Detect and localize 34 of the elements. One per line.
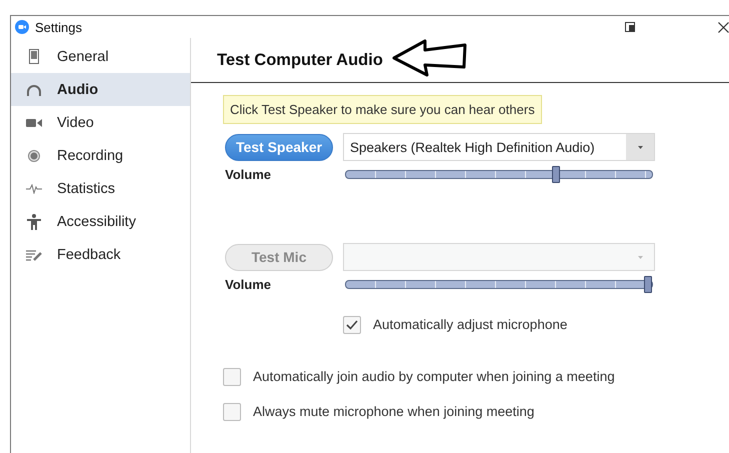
- pulse-icon: [26, 184, 42, 194]
- arrow-annotation-icon: [390, 39, 469, 77]
- checkbox-label: Automatically adjust microphone: [373, 317, 568, 332]
- person-icon: [27, 214, 41, 230]
- sidebar-item[interactable]: Video: [11, 106, 190, 139]
- app-logo-icon: [15, 20, 29, 34]
- slider-thumb[interactable]: [552, 166, 560, 182]
- edit-list-icon: [26, 248, 42, 260]
- caret-icon: [638, 256, 642, 258]
- sidebar-item[interactable]: Audio: [11, 73, 190, 106]
- window-title: Settings: [35, 20, 82, 34]
- checkbox[interactable]: [223, 402, 241, 420]
- sidebar-item[interactable]: General: [11, 40, 190, 73]
- sidebar-item[interactable]: Statistics: [11, 172, 190, 205]
- close-icon[interactable]: [718, 22, 729, 32]
- checkbox-label: Always mute microphone when joining meeting: [253, 404, 534, 419]
- window-icon[interactable]: [625, 22, 636, 32]
- sidebar-item[interactable]: Accessibility: [11, 205, 190, 238]
- tooltip: Click Test Speaker to make sure you can hear others: [223, 95, 542, 124]
- checkbox[interactable]: [223, 368, 241, 386]
- section-title: Test Computer Audio: [217, 50, 383, 70]
- headphones-icon: [26, 84, 42, 96]
- checkmark-icon: [346, 320, 358, 330]
- sidebar-item[interactable]: Feedback: [11, 238, 190, 271]
- volume-label: Volume: [225, 276, 272, 292]
- volume-label: Volume: [225, 166, 272, 182]
- checkbox[interactable]: [343, 316, 361, 334]
- record-icon: [28, 150, 40, 162]
- sidebar-item[interactable]: Recording: [11, 139, 190, 172]
- checkbox-label: Automatically join audio by computer when joining a meeting: [253, 369, 615, 384]
- device-dropdown[interactable]: Speakers (Realtek High Definition Audio): [343, 133, 655, 161]
- video-camera-icon: [26, 118, 42, 128]
- caret-icon: [638, 146, 642, 148]
- phone-icon: [29, 49, 39, 64]
